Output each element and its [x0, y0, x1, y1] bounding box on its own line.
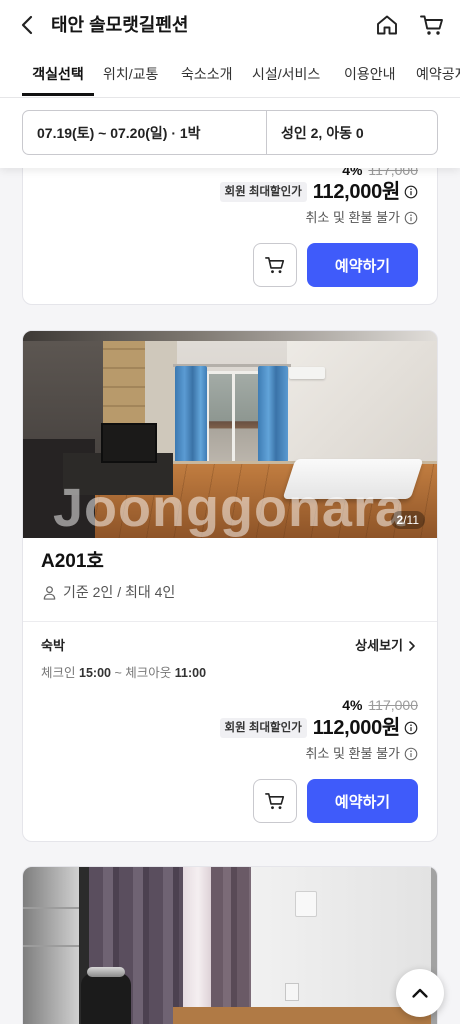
info-circle-icon[interactable] — [404, 721, 418, 735]
person-icon — [43, 585, 56, 600]
date-range-field[interactable]: 07.19(토) ~ 07.20(일) · 1박 — [23, 111, 266, 154]
room-card — [22, 866, 438, 1024]
tab-room-select[interactable]: 객실선택 — [22, 58, 94, 96]
photo-outlet — [285, 983, 299, 1001]
member-price-row: 회원 최대할인가 112,000원 — [219, 179, 418, 205]
original-price: 117,000 — [368, 697, 418, 713]
checkin-checkout-times: 체크인 15:00 ~ 체크아웃 11:00 — [41, 665, 206, 681]
tab-bar: 객실선택 위치/교통 숙소소개 시설/서비스 이용안내 예약공지 — [0, 58, 460, 98]
search-box: 07.19(토) ~ 07.20(일) · 1박 성인 2, 아동 0 — [22, 110, 438, 155]
member-discount-badge: 회원 최대할인가 — [219, 182, 307, 202]
photo-air-conditioner — [289, 367, 325, 379]
photo-window-frame — [232, 371, 235, 467]
home-button[interactable] — [374, 12, 400, 38]
member-price: 112,000원 — [312, 181, 401, 203]
refund-policy-text: 취소 및 환불 불가 — [305, 746, 400, 761]
tab-notice[interactable]: 예약공지 — [416, 58, 460, 96]
photo-wall-device — [295, 891, 317, 917]
photo-tv — [101, 423, 157, 463]
discount-rate: 4% — [342, 697, 363, 713]
checkin-label: 체크인 — [41, 666, 76, 680]
photo-curtain-right — [258, 366, 288, 470]
tab-intro[interactable]: 숙소소개 — [181, 58, 233, 96]
discount-row: 4% 117,000 — [342, 696, 418, 714]
refund-policy-row: 취소 및 환불 불가 — [305, 745, 418, 763]
detail-link-label: 상세보기 — [355, 638, 403, 653]
room-photo-carousel[interactable] — [23, 867, 437, 1024]
date-range-text: 07.19(토) ~ 07.20(일) · 1박 — [37, 124, 201, 141]
page: 태안 솔모랫길펜션 객실선택 위치/교통 숙소소개 시설/서비스 이용안내 예약… — [0, 0, 460, 1024]
photo-floor — [173, 1007, 437, 1024]
photo-right-wall — [287, 331, 437, 476]
room-name: A201호 — [41, 551, 104, 572]
photo-curtain-left — [175, 366, 207, 476]
photo-ceiling — [23, 331, 437, 341]
photo-counter-total: 11 — [406, 513, 419, 527]
plan-type: 숙박 — [41, 638, 65, 653]
scroll-to-top-button[interactable] — [396, 969, 444, 1017]
info-circle-icon[interactable] — [404, 211, 418, 225]
cart-icon — [420, 15, 443, 35]
member-price: 112,000원 — [312, 717, 401, 739]
refund-policy-row: 취소 및 환불 불가 — [305, 209, 418, 227]
checkin-time: 15:00 — [79, 666, 111, 680]
section-divider — [23, 621, 437, 622]
photo-shelf — [23, 907, 81, 909]
home-icon — [377, 15, 397, 35]
room-card: Joonggonara 2/11 A201호 기준 2인 / 최대 4인 숙박 … — [22, 330, 438, 842]
cart-button[interactable] — [418, 12, 446, 38]
photo-kettle-lid — [87, 967, 125, 977]
room-capacity: 기준 2인 / 최대 4인 — [42, 583, 175, 601]
photo-kettle — [81, 973, 131, 1024]
detail-link[interactable]: 상세보기 — [355, 637, 418, 655]
chevron-left-icon — [21, 15, 33, 35]
tab-location[interactable]: 위치/교통 — [103, 58, 158, 96]
guest-count-text: 성인 2, 아동 0 — [281, 124, 364, 141]
photo-sheer-curtain — [183, 867, 213, 1024]
photo-counter: 2/11 — [390, 511, 425, 529]
chevron-up-icon — [412, 988, 428, 998]
reserve-button[interactable]: 예약하기 — [307, 779, 418, 823]
chevron-right-icon — [409, 641, 415, 651]
info-circle-icon[interactable] — [404, 747, 418, 761]
photo-curtain-right — [211, 867, 251, 1024]
info-circle-icon[interactable] — [404, 185, 418, 199]
page-title: 태안 솔모랫길펜션 — [51, 15, 189, 35]
checkout-time: 11:00 — [174, 666, 207, 680]
room-photo-carousel[interactable]: Joonggonara 2/11 — [23, 331, 437, 538]
cart-icon — [265, 257, 285, 274]
reserve-button[interactable]: 예약하기 — [307, 243, 418, 287]
tab-facilities[interactable]: 시설/서비스 — [252, 58, 320, 96]
room-capacity-text: 기준 2인 / 최대 4인 — [63, 584, 176, 600]
checkout-label: 체크아웃 — [125, 666, 172, 680]
photo-watermark: Joonggonara — [53, 478, 407, 538]
add-to-cart-button[interactable] — [253, 243, 297, 287]
tab-usage-info[interactable]: 이용안내 — [344, 58, 396, 96]
back-button[interactable] — [15, 12, 41, 38]
cart-icon — [265, 793, 285, 810]
photo-shelf — [23, 945, 81, 947]
guest-count-field[interactable]: 성인 2, 아동 0 — [267, 111, 437, 154]
member-price-row: 회원 최대할인가 112,000원 — [219, 715, 418, 741]
refund-policy-text: 취소 및 환불 불가 — [305, 210, 400, 225]
add-to-cart-button[interactable] — [253, 779, 297, 823]
app-header: 태안 솔모랫길펜션 객실선택 위치/교통 숙소소개 시설/서비스 이용안내 예약… — [0, 0, 460, 168]
time-separator: ~ — [114, 666, 122, 680]
member-discount-badge: 회원 최대할인가 — [219, 718, 307, 738]
